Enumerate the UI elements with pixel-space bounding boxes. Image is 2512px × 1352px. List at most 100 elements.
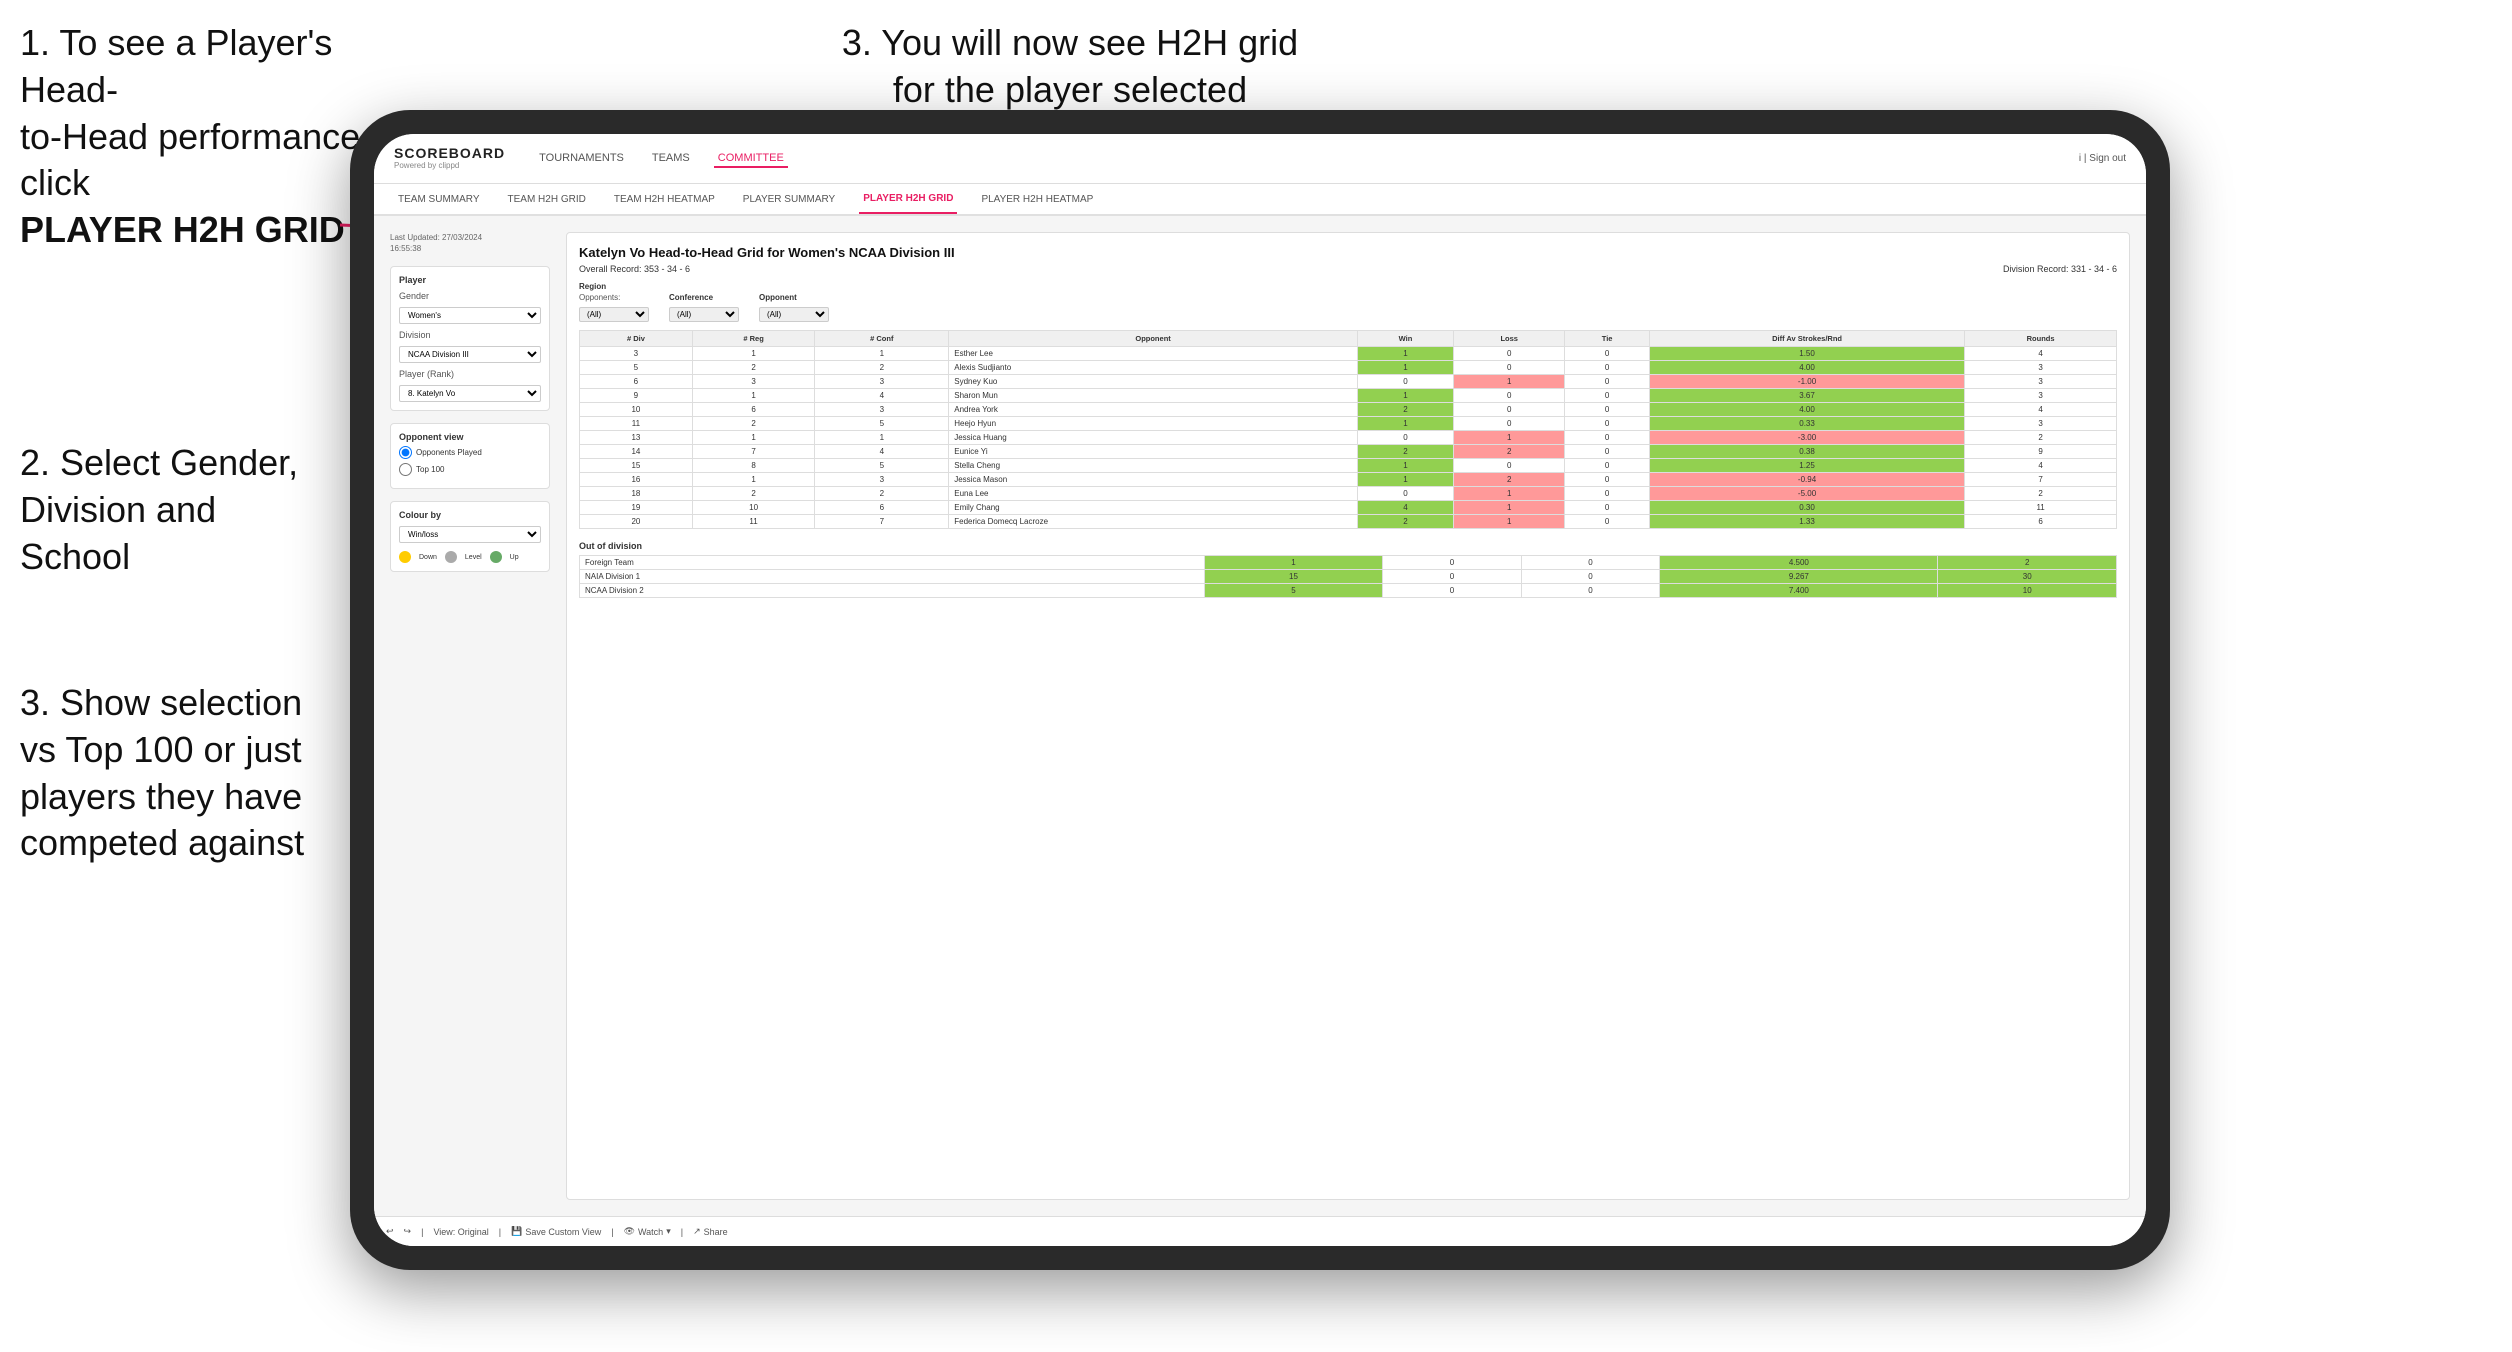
cell-reg: 6 <box>692 403 815 417</box>
logo: SCOREBOARD Powered by clippd <box>394 146 505 170</box>
table-area: Katelyn Vo Head-to-Head Grid for Women's… <box>566 232 2130 1200</box>
undo-icon[interactable]: ↩ <box>386 1226 394 1237</box>
cell-conf: 7 <box>815 515 949 529</box>
save-custom-btn[interactable]: 💾 Save Custom View <box>511 1226 601 1237</box>
cell-diff: 4.00 <box>1649 403 1964 417</box>
cell-diff: 1.50 <box>1649 347 1964 361</box>
nav-teams[interactable]: TEAMS <box>648 150 694 168</box>
cell-diff: 1.25 <box>1649 459 1964 473</box>
table-row: 10 6 3 Andrea York 2 0 0 4.00 4 <box>580 403 2117 417</box>
sub-nav-team-h2h-grid[interactable]: TEAM H2H GRID <box>504 184 590 214</box>
view-original-btn[interactable]: View: Original <box>433 1227 488 1237</box>
cell-rounds: 3 <box>1965 375 2117 389</box>
cell-diff: -5.00 <box>1649 487 1964 501</box>
cell-div: 20 <box>580 515 693 529</box>
player-label: Player <box>399 275 541 285</box>
cell-conf: 5 <box>815 417 949 431</box>
cell-conf: 3 <box>815 473 949 487</box>
cell-rounds: 4 <box>1965 347 2117 361</box>
cell-div: 5 <box>580 361 693 375</box>
sign-out-link[interactable]: Sign out <box>2089 153 2126 164</box>
table-row: 13 1 1 Jessica Huang 0 1 0 -3.00 2 <box>580 431 2117 445</box>
cell-rounds: 3 <box>1965 389 2117 403</box>
cell-loss: 0 <box>1454 347 1565 361</box>
view-original-label: View: Original <box>433 1227 488 1237</box>
table-row: 3 1 1 Esther Lee 1 0 0 1.50 4 <box>580 347 2117 361</box>
table-row: 16 1 3 Jessica Mason 1 2 0 -0.94 7 <box>580 473 2117 487</box>
sub-nav-team-h2h-heatmap[interactable]: TEAM H2H HEATMAP <box>610 184 719 214</box>
cell-conf: 3 <box>815 403 949 417</box>
colour-by-select[interactable]: Win/loss <box>399 526 541 543</box>
cell-reg: 1 <box>692 473 815 487</box>
cell-loss: 2 <box>1454 473 1565 487</box>
top-nav: SCOREBOARD Powered by clippd TOURNAMENTS… <box>374 134 2146 184</box>
legend-level-dot <box>445 551 457 563</box>
cell-loss: 0 <box>1454 403 1565 417</box>
sub-nav-team-summary[interactable]: TEAM SUMMARY <box>394 184 484 214</box>
ood-cell-win: 15 <box>1204 570 1382 584</box>
cell-tie: 0 <box>1565 473 1650 487</box>
radio-top100[interactable]: Top 100 <box>399 463 541 476</box>
region-filter-label: Region <box>579 282 649 291</box>
cell-tie: 0 <box>1565 347 1650 361</box>
region-filter-select[interactable]: (All) <box>579 307 649 322</box>
gender-select[interactable]: Women's <box>399 307 541 324</box>
h2h-table: # Div # Reg # Conf Opponent Win Loss Tie… <box>579 330 2117 529</box>
cell-div: 14 <box>580 445 693 459</box>
toolbar-sep4: | <box>681 1227 683 1237</box>
ood-cell-rounds: 10 <box>1938 584 2117 598</box>
cell-conf: 1 <box>815 431 949 445</box>
player-rank-select[interactable]: 8. Katelyn Vo <box>399 385 541 402</box>
ood-cell-loss: 0 <box>1383 556 1522 570</box>
division-select[interactable]: NCAA Division III <box>399 346 541 363</box>
ood-cell-tie: 0 <box>1521 584 1660 598</box>
cell-diff: 0.38 <box>1649 445 1964 459</box>
cell-diff: -0.94 <box>1649 473 1964 487</box>
sub-nav: TEAM SUMMARY TEAM H2H GRID TEAM H2H HEAT… <box>374 184 2146 216</box>
cell-name: Jessica Huang <box>949 431 1358 445</box>
app-content: SCOREBOARD Powered by clippd TOURNAMENTS… <box>374 134 2146 1246</box>
cell-loss: 2 <box>1454 445 1565 459</box>
radio-top100-input[interactable] <box>399 463 412 476</box>
cell-tie: 0 <box>1565 515 1650 529</box>
radio-opponents-played[interactable]: Opponents Played <box>399 446 541 459</box>
cell-div: 9 <box>580 389 693 403</box>
ood-cell-diff: 9.267 <box>1660 570 1938 584</box>
cell-conf: 1 <box>815 347 949 361</box>
sub-nav-player-summary[interactable]: PLAYER SUMMARY <box>739 184 839 214</box>
cell-rounds: 7 <box>1965 473 2117 487</box>
cell-win: 1 <box>1357 459 1453 473</box>
conference-filter-select[interactable]: (All) <box>669 307 739 322</box>
watch-btn[interactable]: 👁 Watch ▾ <box>624 1226 671 1237</box>
redo-icon[interactable]: ↪ <box>404 1226 412 1237</box>
cell-tie: 0 <box>1565 417 1650 431</box>
cell-win: 1 <box>1357 347 1453 361</box>
cell-reg: 10 <box>692 501 815 515</box>
col-rounds: Rounds <box>1965 331 2117 347</box>
share-btn[interactable]: ↗ Share <box>693 1226 728 1237</box>
cell-loss: 1 <box>1454 515 1565 529</box>
cell-name: Andrea York <box>949 403 1358 417</box>
cell-reg: 7 <box>692 445 815 459</box>
division-record: Division Record: 331 - 34 - 6 <box>2003 264 2117 274</box>
cell-rounds: 4 <box>1965 403 2117 417</box>
cell-name: Alexis Sudjianto <box>949 361 1358 375</box>
radio-opponents-played-input[interactable] <box>399 446 412 459</box>
instruction-line2: to-Head performance click <box>20 116 360 204</box>
nav-tournaments[interactable]: TOURNAMENTS <box>535 150 628 168</box>
ood-cell-loss: 0 <box>1383 570 1522 584</box>
opponent-filter-select[interactable]: (All) <box>759 307 829 322</box>
table-row: 11 2 5 Heejo Hyun 1 0 0 0.33 3 <box>580 417 2117 431</box>
cell-tie: 0 <box>1565 501 1650 515</box>
sub-nav-player-h2h-grid[interactable]: PLAYER H2H GRID <box>859 184 957 214</box>
cell-rounds: 3 <box>1965 417 2117 431</box>
save-custom-label: Save Custom View <box>525 1227 601 1237</box>
legend-down-dot <box>399 551 411 563</box>
last-updated: Last Updated: 27/03/2024 16:55:38 <box>390 232 550 254</box>
division-label: Division <box>399 330 541 340</box>
sub-nav-player-h2h-heatmap[interactable]: PLAYER H2H HEATMAP <box>977 184 1097 214</box>
nav-committee[interactable]: COMMITTEE <box>714 150 788 168</box>
cell-win: 1 <box>1357 417 1453 431</box>
cell-diff: 3.67 <box>1649 389 1964 403</box>
cell-reg: 1 <box>692 431 815 445</box>
